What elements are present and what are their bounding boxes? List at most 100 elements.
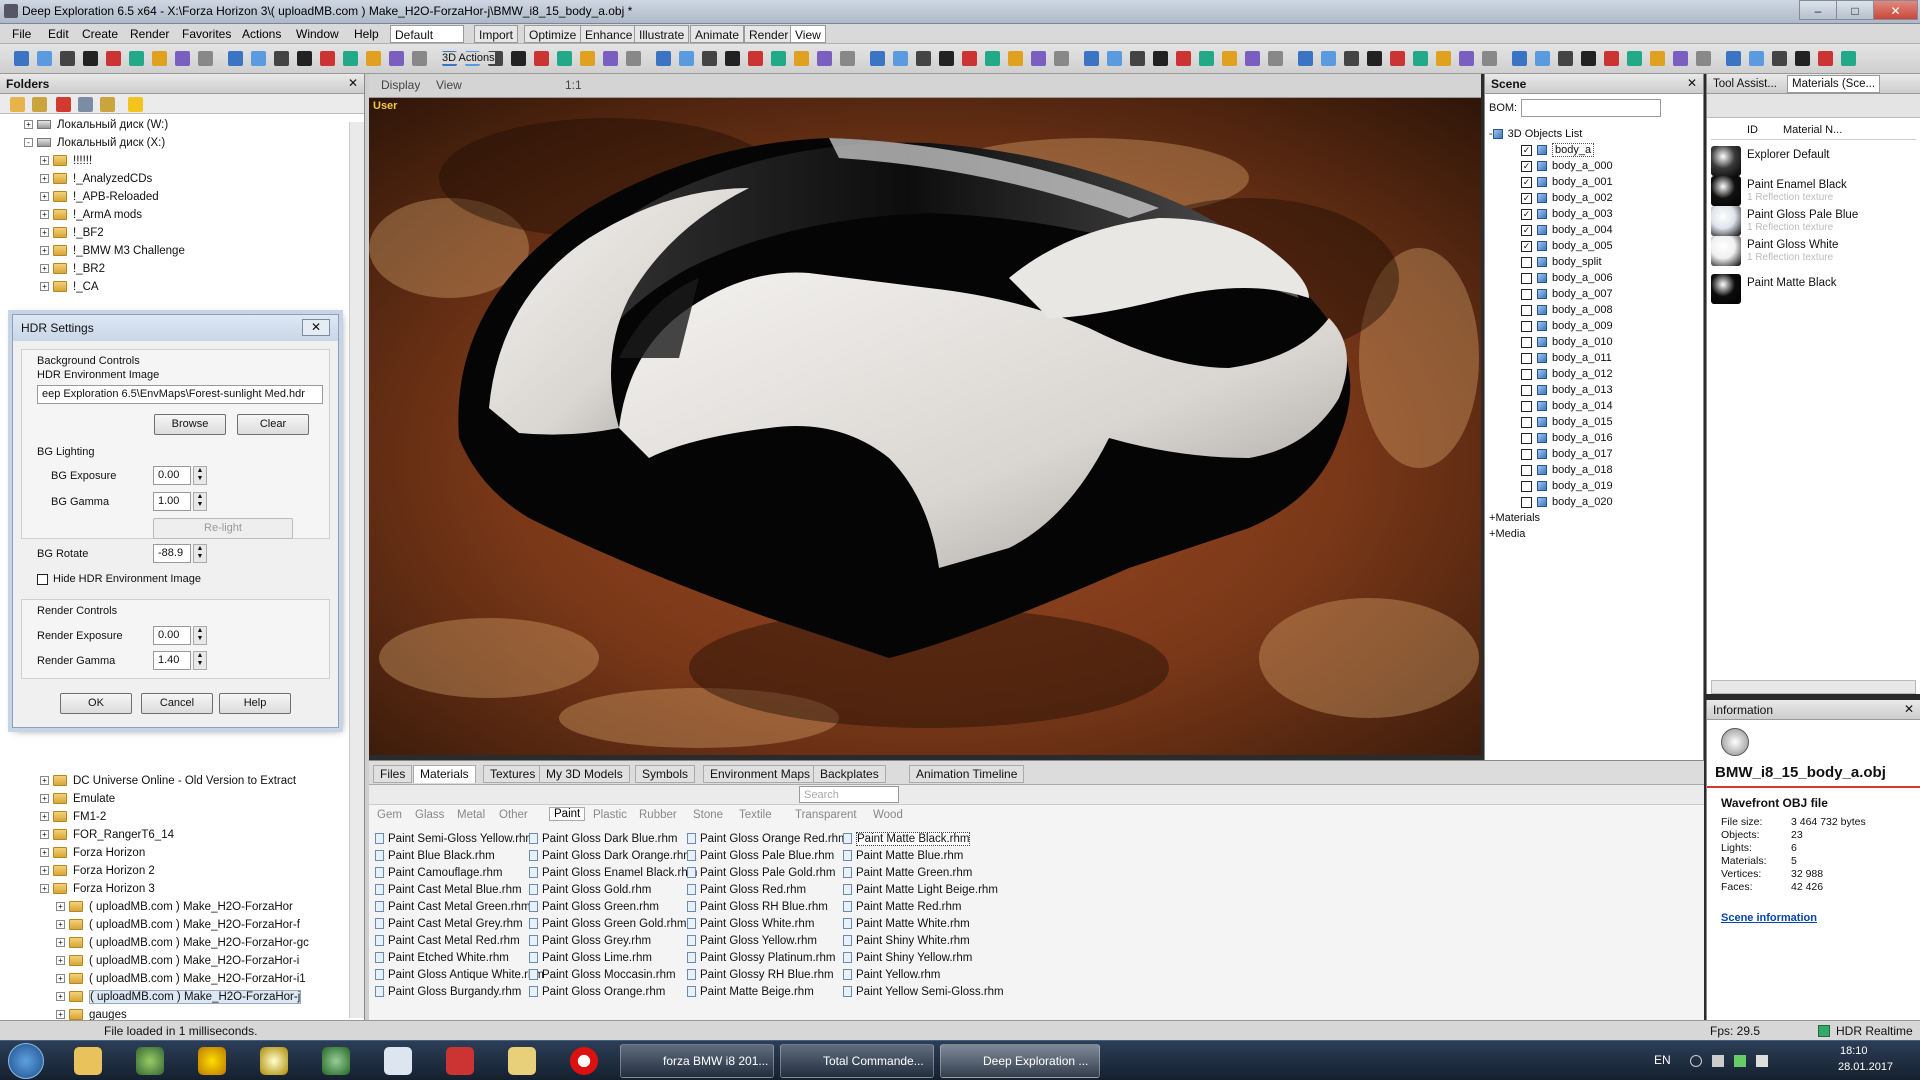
3d-viewport[interactable]: User xyxy=(369,98,1481,755)
toolbar-icon[interactable] xyxy=(1298,51,1313,66)
scene-object[interactable]: body_a_011 xyxy=(1521,350,1612,366)
scene-group[interactable]: +Media xyxy=(1489,526,1525,542)
display-menu[interactable]: Display xyxy=(381,78,420,92)
toolbar-icon[interactable] xyxy=(771,51,786,66)
toolbar-icon[interactable] xyxy=(511,51,526,66)
scene-root[interactable]: -3D Objects List xyxy=(1489,126,1582,142)
scene-object[interactable]: body_split xyxy=(1521,254,1602,270)
visibility-checkbox[interactable]: ✓ xyxy=(1521,176,1532,188)
category-textile[interactable]: Textile xyxy=(739,809,772,821)
folder-item[interactable]: + ( uploadMB.com ) Make_H2O-ForzaHor-i xyxy=(56,952,299,970)
toolbar-icon[interactable] xyxy=(1772,51,1787,66)
folder-item[interactable]: + !_CA xyxy=(40,278,99,296)
folder-item[interactable]: +!!!!!! xyxy=(40,152,92,170)
taskbar-total-commander[interactable]: Total Commande... xyxy=(780,1044,934,1078)
close-button[interactable]: ✕ xyxy=(1873,0,1918,20)
flag-icon[interactable] xyxy=(1734,1055,1746,1067)
folder-item[interactable]: + FM1-2 xyxy=(40,808,106,826)
material-file[interactable]: Paint Gloss RH Blue.rhm xyxy=(687,899,828,915)
help-button[interactable]: Help xyxy=(219,693,291,714)
toolbar-icon[interactable] xyxy=(129,51,144,66)
expand-icon[interactable]: + xyxy=(56,956,65,966)
folders-scrollbar[interactable] xyxy=(349,122,364,1018)
menu-file[interactable]: File xyxy=(12,27,31,41)
scene-object[interactable]: body_a_014 xyxy=(1521,398,1613,414)
expand-icon[interactable]: + xyxy=(40,884,49,894)
menu-help[interactable]: Help xyxy=(354,27,379,41)
toolbar-icon[interactable] xyxy=(1245,51,1260,66)
volume-icon[interactable] xyxy=(1756,1055,1768,1067)
dialog-close-button[interactable]: ✕ xyxy=(302,319,330,336)
expand-icon[interactable]: + xyxy=(40,812,49,822)
toolbar-icon[interactable] xyxy=(175,51,190,66)
toolbar-icon[interactable] xyxy=(343,51,358,66)
folder-item[interactable]: + Локальный диск (W:) xyxy=(24,116,168,134)
visibility-checkbox[interactable]: ✓ xyxy=(1521,160,1532,172)
scene-object[interactable]: body_a_013 xyxy=(1521,382,1613,398)
toolbar-icon[interactable] xyxy=(37,51,52,66)
material-file[interactable]: Paint Etched White.rhm xyxy=(375,950,509,966)
toolbar-icon[interactable] xyxy=(366,51,381,66)
material-file[interactable]: Paint Gloss Dark Orange.rhm xyxy=(529,848,693,864)
folder-item[interactable]: + !_BMW M3 Challenge xyxy=(40,242,185,260)
hide-env-checkbox[interactable] xyxy=(37,573,48,585)
scene-object[interactable]: body_a_007 xyxy=(1521,286,1613,302)
scene-object[interactable]: body_a_019 xyxy=(1521,478,1613,494)
toolbar-icon[interactable] xyxy=(1604,51,1619,66)
category-stone[interactable]: Stone xyxy=(693,809,723,821)
toolbar-icon[interactable] xyxy=(1008,51,1023,66)
tab-render[interactable]: Render xyxy=(744,25,794,43)
app-icon[interactable] xyxy=(198,1047,226,1075)
material-file[interactable]: Paint Glossy RH Blue.rhm xyxy=(687,967,834,983)
tab-optimize[interactable]: Optimize xyxy=(524,25,582,43)
folder-item[interactable]: + ( uploadMB.com ) Make_H2O-ForzaHor-f xyxy=(56,916,300,934)
visibility-checkbox[interactable] xyxy=(1521,320,1532,332)
menu-favorites[interactable]: Favorites xyxy=(182,27,231,41)
material-file[interactable]: Paint Matte Green.rhm xyxy=(843,865,972,881)
toolbar-icon[interactable] xyxy=(1459,51,1474,66)
folder-item[interactable]: + !_ArmA mods xyxy=(40,206,142,224)
folder-item[interactable]: + ( uploadMB.com ) Make_H2O-ForzaHor-j xyxy=(56,988,302,1006)
toolbar-icon[interactable] xyxy=(1512,51,1527,66)
scene-object[interactable]: ✓ body_a xyxy=(1521,142,1595,158)
visibility-checkbox[interactable]: ✓ xyxy=(1521,240,1532,252)
category-metal[interactable]: Metal xyxy=(457,809,485,821)
toolbar-icon[interactable] xyxy=(274,51,289,66)
material-file[interactable]: Paint Matte Blue.rhm xyxy=(843,848,963,864)
tab-illustrate[interactable]: Illustrate xyxy=(634,25,690,43)
toolbar-icon[interactable] xyxy=(1390,51,1405,66)
app-icon[interactable] xyxy=(322,1047,350,1075)
expand-icon[interactable]: + xyxy=(40,264,49,274)
toolbar-icon[interactable] xyxy=(962,51,977,66)
bg-gamma-input[interactable]: 1.00 xyxy=(153,492,191,511)
toolbar-icon[interactable] xyxy=(1581,51,1596,66)
material-file[interactable]: Paint Matte Red.rhm xyxy=(843,899,961,915)
material-file[interactable]: Paint Gloss Red.rhm xyxy=(687,882,806,898)
material-file[interactable]: Paint Yellow.rhm xyxy=(843,967,940,983)
toolbar-icon[interactable] xyxy=(725,51,740,66)
toolbar-icon[interactable] xyxy=(1795,51,1810,66)
toolbar-icon[interactable] xyxy=(679,51,694,66)
toolbar-icon[interactable] xyxy=(1673,51,1688,66)
toolbar-icon[interactable] xyxy=(1482,51,1497,66)
material-file[interactable]: Paint Gloss Yellow.rhm xyxy=(687,933,817,949)
collapse-icon[interactable]: - xyxy=(24,138,33,148)
visibility-checkbox[interactable] xyxy=(1521,384,1532,396)
toolbar-icon[interactable] xyxy=(1054,51,1069,66)
material-file[interactable]: Paint Cast Metal Grey.rhm xyxy=(375,916,523,932)
folder-item[interactable]: + ( uploadMB.com ) Make_H2O-ForzaHor-gc xyxy=(56,934,309,952)
scene-object[interactable]: ✓ body_a_001 xyxy=(1521,174,1613,190)
bg-gamma-spinner[interactable]: ▲ ▼ xyxy=(193,492,207,511)
toolbar-icon[interactable] xyxy=(1535,51,1550,66)
bom-select[interactable] xyxy=(1521,99,1661,117)
toolbar-icon[interactable] xyxy=(1130,51,1145,66)
tray-icon[interactable] xyxy=(1690,1055,1702,1067)
folder-item[interactable]: + Emulate xyxy=(40,790,115,808)
toolbar-icon[interactable] xyxy=(1696,51,1711,66)
folder-item[interactable]: + !_AnalyzedCDs xyxy=(40,170,152,188)
minimize-button[interactable]: – xyxy=(1799,0,1837,20)
render-gamma-spinner[interactable]: ▲ ▼ xyxy=(193,651,207,670)
tab-materials-scene[interactable]: Materials (Sce... xyxy=(1787,75,1881,93)
toolbar-icon[interactable] xyxy=(1344,51,1359,66)
material-file[interactable]: Paint Matte Light Beige.rhm xyxy=(843,882,998,898)
